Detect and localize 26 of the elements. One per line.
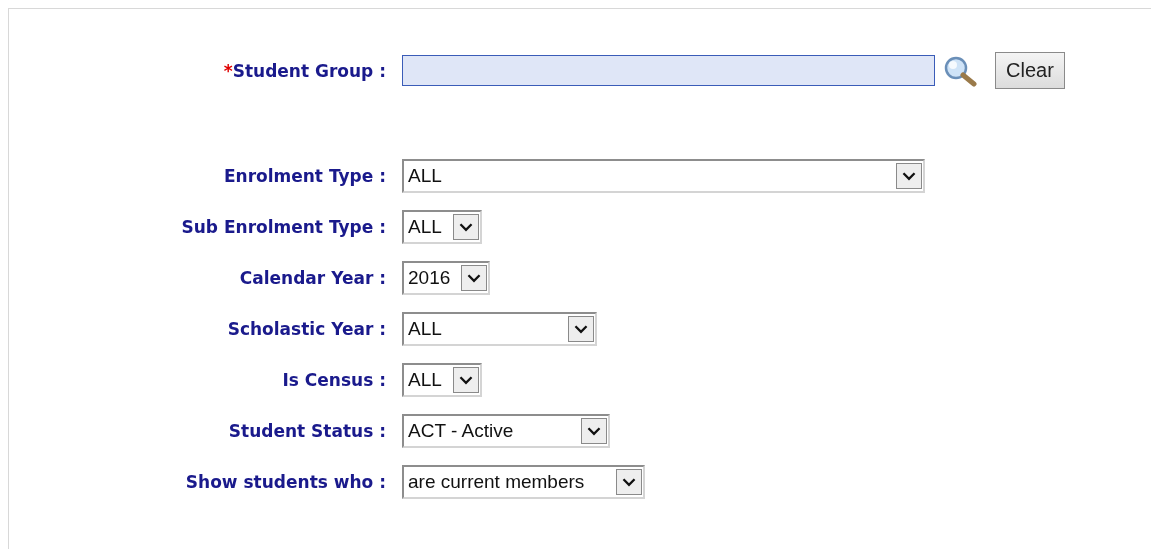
required-mark: * [223,60,233,81]
field-label: Enrolment Type : [223,166,386,186]
chevron-down-icon [453,367,479,393]
field-label: Student Group : [232,60,386,81]
field-label: Scholastic Year : [227,319,386,339]
select-field[interactable]: are current members [402,465,645,499]
chevron-down-icon [568,316,594,342]
clear-button[interactable]: Clear [995,52,1065,89]
chevron-down-icon [896,163,922,189]
field-label: Show students who : [185,472,386,492]
select-field[interactable]: ACT - Active [402,414,610,448]
chevron-down-icon [453,214,479,240]
field-label: Calendar Year : [239,268,386,288]
student-group-input[interactable] [402,55,935,86]
field-label: Sub Enrolment Type : [181,217,386,237]
select-field[interactable]: ALL [402,363,482,397]
select-field[interactable]: ALL [402,312,597,346]
chevron-down-icon [581,418,607,444]
search-icon[interactable] [943,54,977,87]
select-field[interactable]: ALL [402,210,482,244]
field-label: Student Status : [228,421,386,441]
select-field[interactable]: ALL [402,159,925,193]
field-label: Is Census : [282,370,386,390]
chevron-down-icon [461,265,487,291]
chevron-down-icon [616,469,642,495]
select-field[interactable]: 2016 [402,261,490,295]
